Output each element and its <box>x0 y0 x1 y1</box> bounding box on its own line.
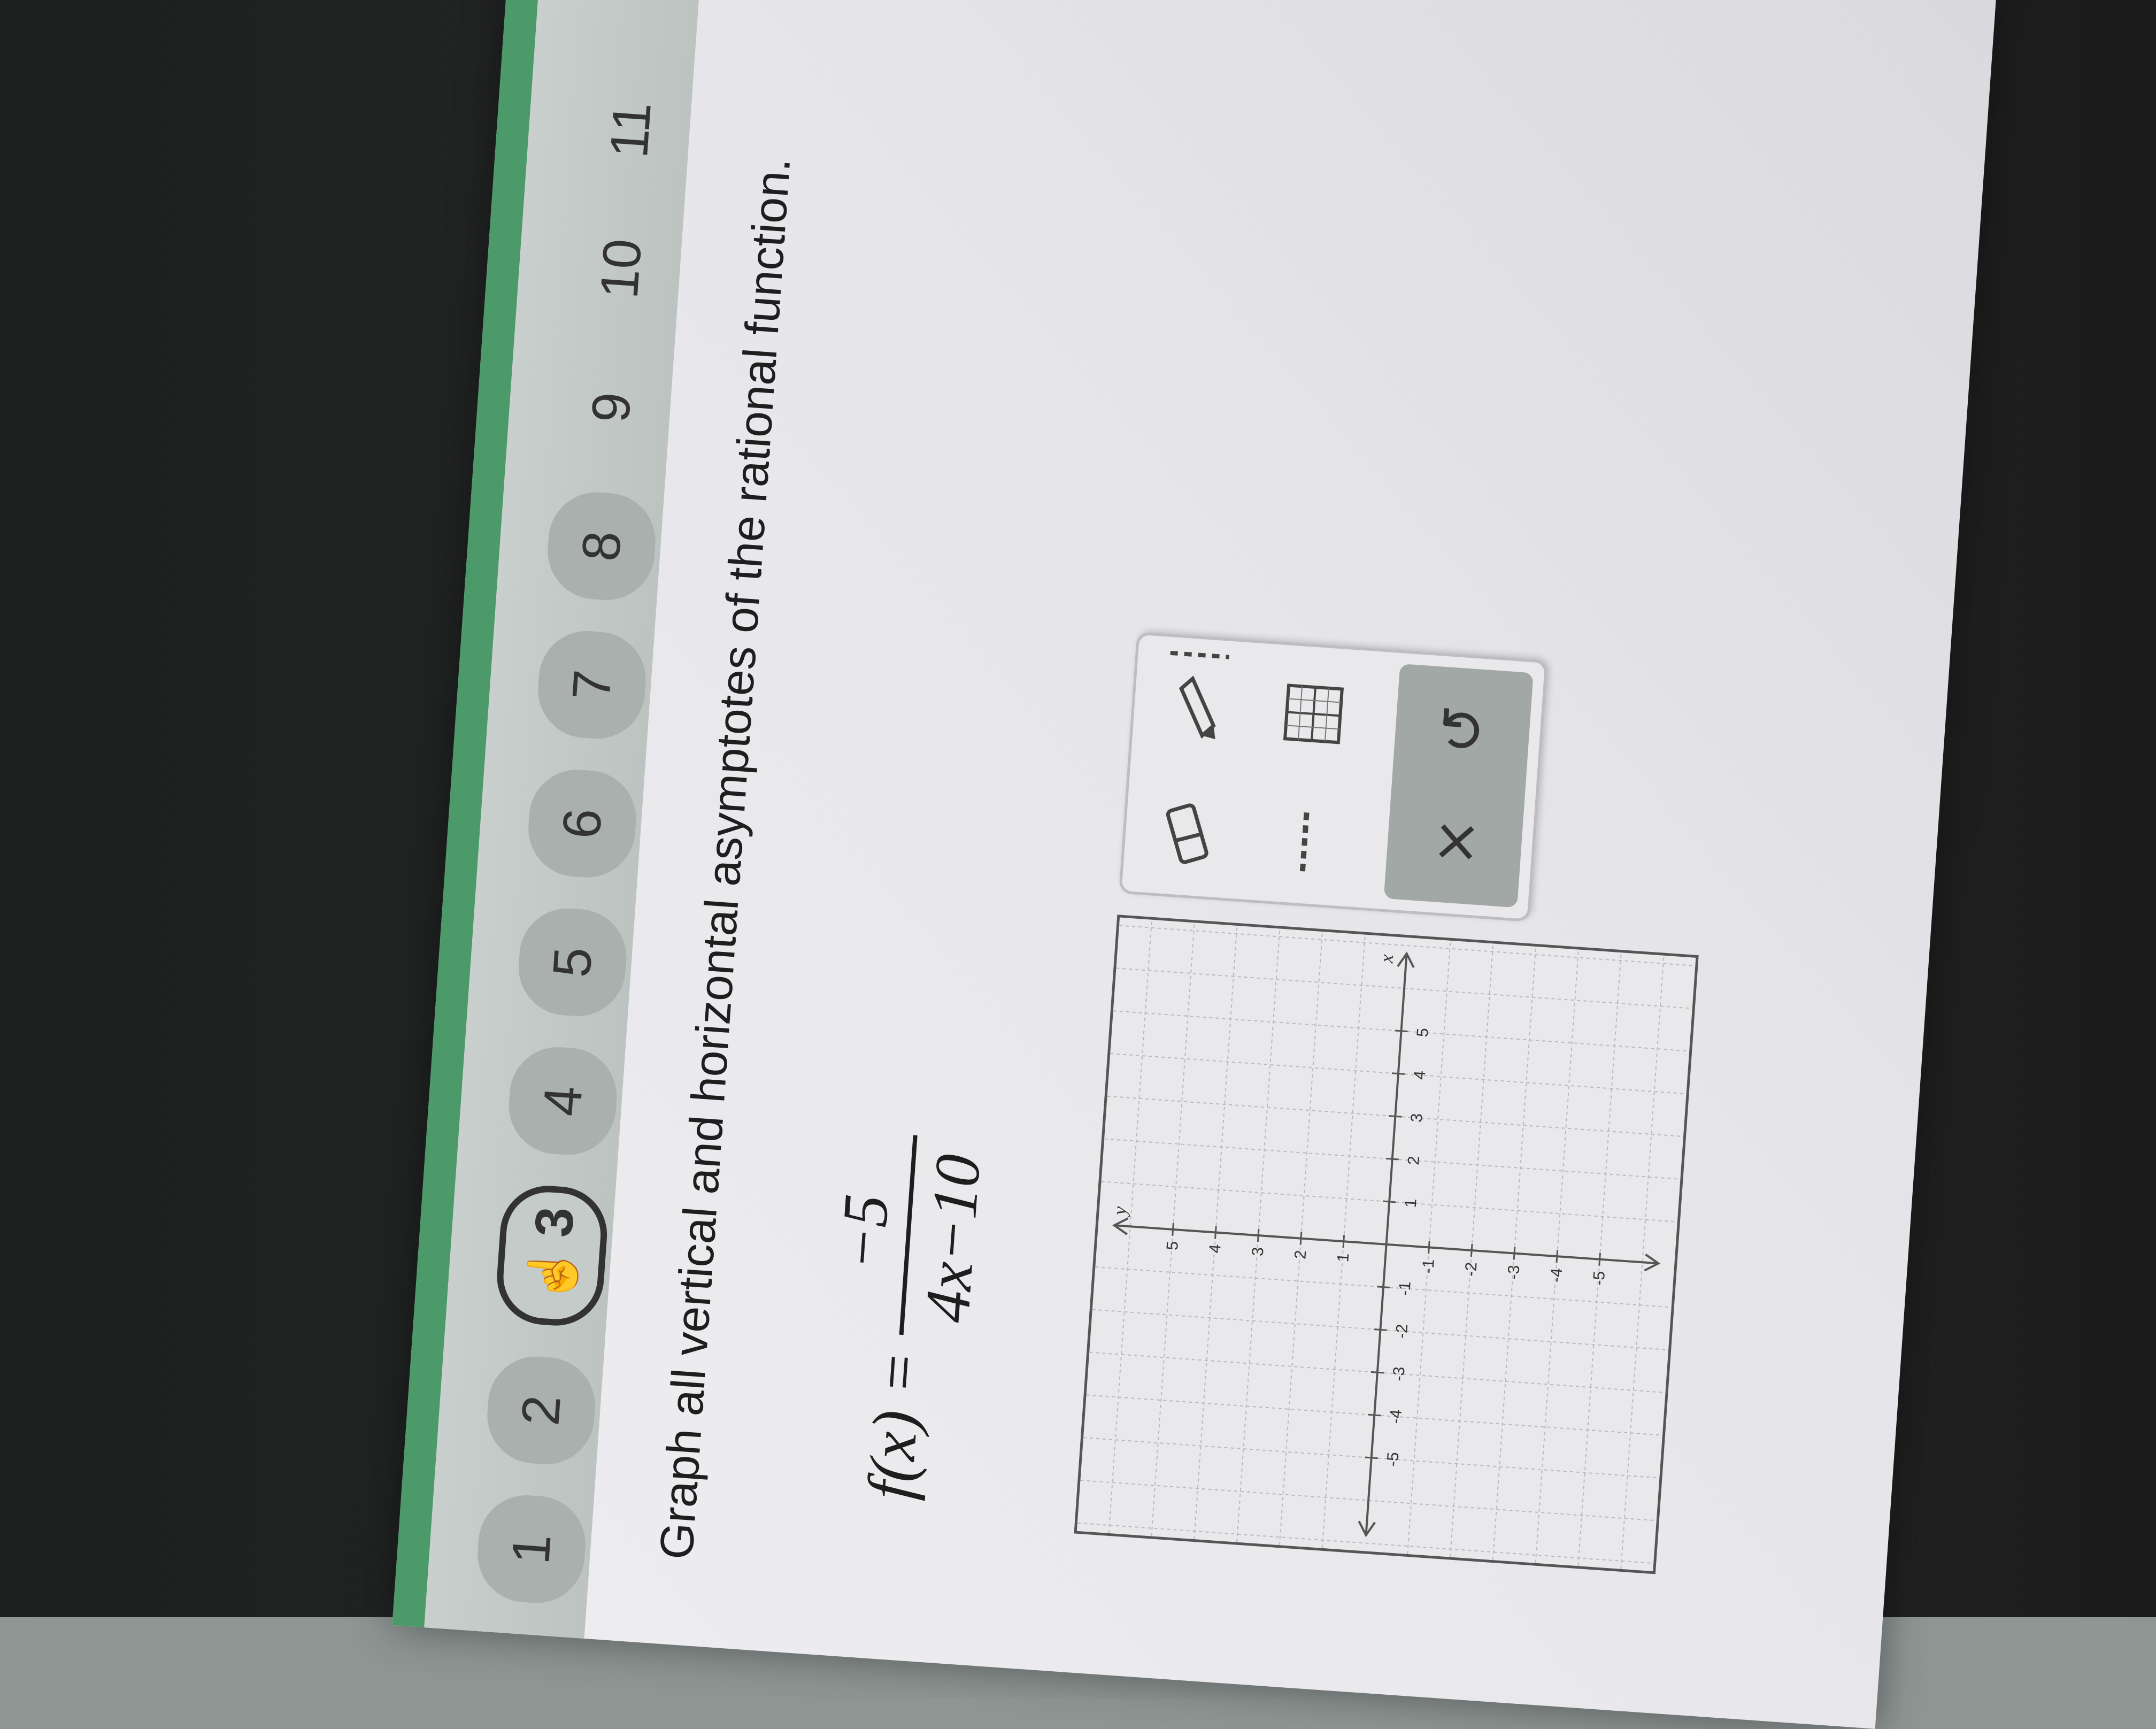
x-tick-mark <box>1368 1413 1381 1417</box>
y-tick-mark <box>1513 1247 1516 1260</box>
x-tick-mark <box>1365 1456 1378 1459</box>
y-tick-label: -5 <box>1590 1271 1608 1286</box>
undo-button[interactable]: ↺ <box>1420 687 1505 772</box>
x-tick-label: 1 <box>1402 1198 1420 1208</box>
x-tick-mark <box>1383 1200 1396 1203</box>
x-tick-label: -3 <box>1390 1366 1408 1382</box>
function-formula: f(x) = −5 4x−10 <box>808 1130 997 1505</box>
eraser-icon[interactable] <box>1144 791 1230 877</box>
question-nav-4[interactable]: 4 <box>505 1043 620 1158</box>
y-tick-mark <box>1598 1252 1601 1266</box>
question-nav-9[interactable]: 9 <box>555 350 668 464</box>
dashed-line-icon[interactable] <box>1159 636 1241 674</box>
x-tick-label: 2 <box>1405 1156 1423 1166</box>
grid-tool-icon[interactable] <box>1270 671 1356 757</box>
y-tick-mark <box>1428 1241 1430 1254</box>
x-tick-label: 5 <box>1414 1027 1432 1038</box>
x-tick-label: -1 <box>1396 1281 1414 1296</box>
y-tick-label: 4 <box>1206 1243 1225 1254</box>
y-tick-label: -3 <box>1505 1264 1523 1280</box>
x-tick-label: -2 <box>1392 1324 1411 1339</box>
formula-lhs: f(x) = <box>854 1348 936 1502</box>
formula-denominator: 4x−10 <box>899 1135 997 1341</box>
y-tick-label: -2 <box>1462 1262 1481 1277</box>
formula-numerator: −5 <box>826 1192 902 1272</box>
y-tick-mark <box>1342 1235 1345 1248</box>
browser-screen: 1 2 ☝3 4 5 6 7 8 9 10 11 Graph all verti… <box>392 0 2004 1729</box>
action-panel: × ↺ <box>1383 663 1534 908</box>
y-tick-mark <box>1257 1228 1260 1242</box>
x-tick-mark <box>1376 1286 1390 1288</box>
question-nav-10[interactable]: 10 <box>564 212 678 326</box>
question-nav-1[interactable]: 1 <box>474 1492 589 1607</box>
pencil-icon[interactable] <box>1153 663 1239 748</box>
question-nav-3-label: 3 <box>523 1205 586 1239</box>
question-nav-3-current[interactable]: ☝3 <box>494 1182 611 1329</box>
x-tick-mark <box>1395 1029 1408 1033</box>
asymptote-dashed-line-icon[interactable] <box>1262 799 1348 885</box>
x-tick-label: 3 <box>1408 1113 1426 1123</box>
x-tick-mark <box>1389 1115 1402 1118</box>
question-nav-7[interactable]: 7 <box>535 627 649 742</box>
graph-toolbar: × ↺ <box>1119 632 1548 923</box>
y-tick-mark <box>1214 1226 1217 1239</box>
y-tick-mark <box>1299 1232 1303 1245</box>
x-axis-label: x <box>1375 954 1397 964</box>
x-tick-mark <box>1385 1157 1399 1161</box>
question-nav-6[interactable]: 6 <box>525 766 640 881</box>
x-tick-mark <box>1391 1072 1405 1075</box>
y-tick-mark <box>1470 1243 1473 1257</box>
x-tick-label: -5 <box>1384 1451 1403 1467</box>
y-tick-mark <box>1172 1223 1174 1236</box>
y-tick-label: -4 <box>1547 1267 1566 1283</box>
y-tick-label: 2 <box>1291 1250 1310 1260</box>
clear-button[interactable]: × <box>1412 799 1497 885</box>
graphing-canvas[interactable]: x y -5 -4 -3 -2 -1 1 2 3 4 5 5 4 3 2 1 -1 -2 -3 -4 -5 <box>1074 915 1699 1574</box>
y-tick-mark <box>1556 1250 1559 1263</box>
x-tick-label: -4 <box>1387 1409 1405 1424</box>
question-nav-2[interactable]: 2 <box>484 1353 598 1468</box>
y-tick-label: 3 <box>1249 1247 1267 1257</box>
x-tick-label: 4 <box>1411 1070 1429 1080</box>
y-axis-label: y <box>1108 1205 1130 1217</box>
pointer-hand-icon: ☝ <box>524 1242 582 1307</box>
y-tick-label: 5 <box>1164 1241 1182 1251</box>
x-tick-mark <box>1370 1371 1384 1374</box>
y-tick-label: -1 <box>1419 1258 1438 1274</box>
photo-background: 1 2 ☝3 4 5 6 7 8 9 10 11 Graph all verti… <box>0 0 2156 1729</box>
question-nav-5[interactable]: 5 <box>515 905 630 1020</box>
formula-fraction: −5 4x−10 <box>820 1130 997 1341</box>
question-nav-8[interactable]: 8 <box>544 489 659 603</box>
x-tick-mark <box>1374 1328 1387 1331</box>
question-nav-11[interactable]: 11 <box>574 73 688 187</box>
y-tick-label: 1 <box>1334 1252 1352 1263</box>
coordinate-plane[interactable]: x y -5 -4 -3 -2 -1 1 2 3 4 5 5 4 3 2 1 -1 -2 -3 -4 -5 <box>1076 917 1696 1572</box>
grid-line-horizontal <box>1663 958 1696 1572</box>
